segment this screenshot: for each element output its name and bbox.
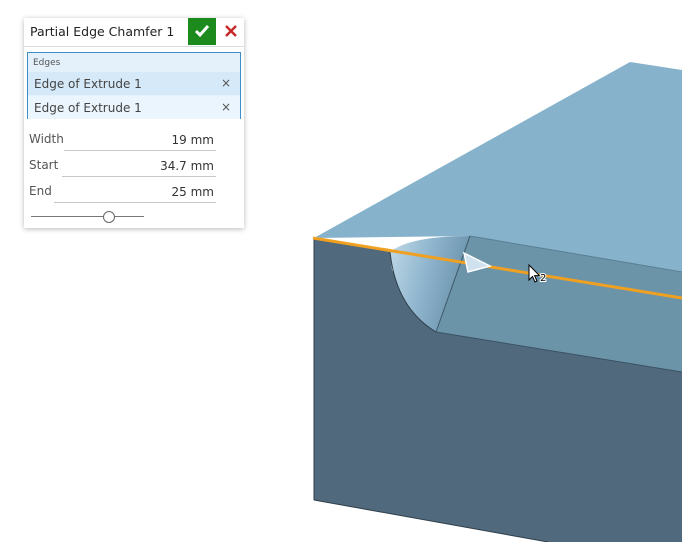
checkmark-icon (194, 25, 210, 38)
position-slider[interactable] (31, 208, 144, 226)
edges-selection-list[interactable]: Edges Edge of Extrude 1 × Edge of Extrud… (27, 52, 241, 119)
end-input[interactable] (54, 183, 216, 203)
width-label: Width (29, 132, 64, 146)
edges-label: Edges (33, 58, 61, 68)
remove-edge-icon[interactable]: × (221, 100, 231, 114)
dialog-header: Partial Edge Chamfer 1 (24, 18, 244, 47)
start-label: Start (29, 158, 59, 172)
close-icon (225, 25, 237, 37)
slider-track[interactable] (31, 216, 144, 217)
edge-item-label: Edge of Extrude 1 (34, 77, 142, 91)
remove-edge-icon[interactable]: × (221, 76, 231, 90)
feature-dialog: Partial Edge Chamfer 1 Edges Edge of Ext… (24, 18, 244, 228)
edge-list-item[interactable]: Edge of Extrude 1 × (28, 96, 240, 119)
accept-button[interactable] (188, 18, 216, 45)
start-input[interactable] (62, 157, 216, 177)
edge-list-item[interactable]: Edge of Extrude 1 × (28, 72, 240, 95)
edge-item-label: Edge of Extrude 1 (34, 101, 142, 115)
cancel-button[interactable] (220, 18, 242, 45)
width-input[interactable] (64, 131, 216, 151)
end-label: End (29, 184, 52, 198)
dialog-title: Partial Edge Chamfer 1 (30, 24, 175, 39)
slider-thumb[interactable] (102, 211, 115, 223)
cursor-badge: 2 (540, 273, 546, 284)
